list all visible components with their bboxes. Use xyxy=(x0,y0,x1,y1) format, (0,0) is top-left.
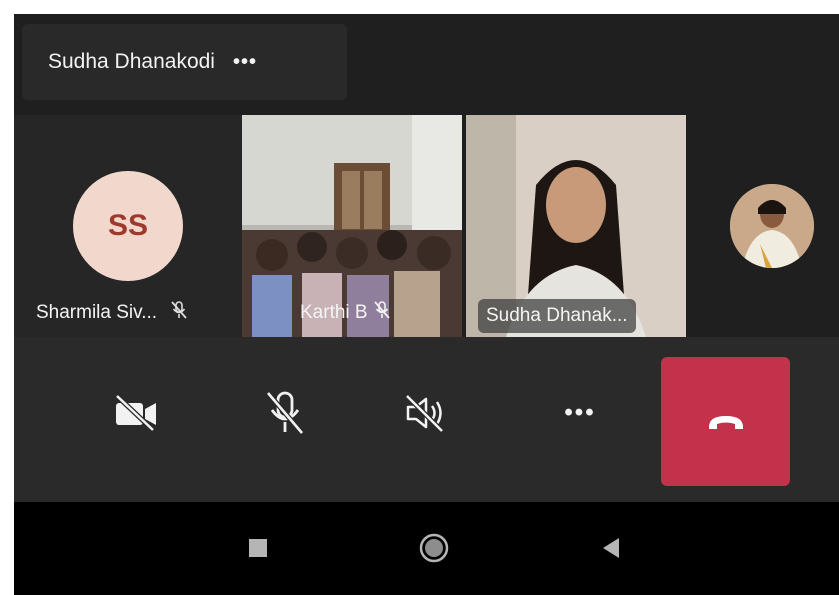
participant-tile-sharmila[interactable]: SS Sharmila Siv... xyxy=(14,115,242,337)
participant-name-row: Sharmila Siv... xyxy=(36,299,187,327)
mic-muted-icon xyxy=(373,301,390,325)
home-button[interactable] xyxy=(418,532,450,564)
mic-off-icon xyxy=(266,391,304,435)
video-off-icon xyxy=(115,394,156,432)
hang-up-icon xyxy=(708,415,743,429)
mic-muted-icon xyxy=(171,301,187,325)
speaker-off-icon xyxy=(405,394,444,433)
recents-button[interactable] xyxy=(242,532,274,564)
more-options-button[interactable]: ••• xyxy=(554,387,606,439)
meeting-title-chip[interactable]: Sudha Dhanakodi ••• xyxy=(22,24,347,100)
participant-tile-karthi[interactable]: Karthi B xyxy=(242,115,462,337)
circle-icon xyxy=(419,533,449,563)
avatar-initials: SS xyxy=(73,171,183,281)
participant-name: Sudha Dhanak... xyxy=(486,305,628,326)
meeting-window: Sudha Dhanakodi ••• SS Sharmila Siv... K… xyxy=(14,14,839,502)
more-options-label: ••• xyxy=(564,399,596,426)
participant-strip: SS Sharmila Siv... Karthi B Sudha Dhanak… xyxy=(14,115,839,337)
participant-name: Sharmila Siv... xyxy=(36,302,158,323)
call-controls-bar: ••• xyxy=(14,337,839,502)
meeting-title: Sudha Dhanakodi xyxy=(48,50,215,73)
meeting-options-button[interactable]: ••• xyxy=(233,51,257,74)
system-navigation-bar xyxy=(14,502,839,595)
participant-tile-sudha[interactable]: Sudha Dhanak... xyxy=(466,115,686,337)
participant-name: Karthi B xyxy=(300,302,368,323)
avatar-photo xyxy=(730,184,814,268)
avatar-initials-text: SS xyxy=(107,209,149,242)
back-button[interactable] xyxy=(594,532,626,564)
triangle-back-icon xyxy=(603,538,619,558)
square-icon xyxy=(249,539,267,557)
participant-name-row: Karthi B xyxy=(300,299,390,327)
microphone-toggle-button[interactable] xyxy=(259,387,311,439)
participant-name-row: Sudha Dhanak... xyxy=(478,299,636,333)
hang-up-button[interactable] xyxy=(661,357,790,486)
speaker-toggle-button[interactable] xyxy=(400,387,452,439)
participant-tile-overflow[interactable] xyxy=(686,115,839,337)
camera-toggle-button[interactable] xyxy=(110,387,162,439)
